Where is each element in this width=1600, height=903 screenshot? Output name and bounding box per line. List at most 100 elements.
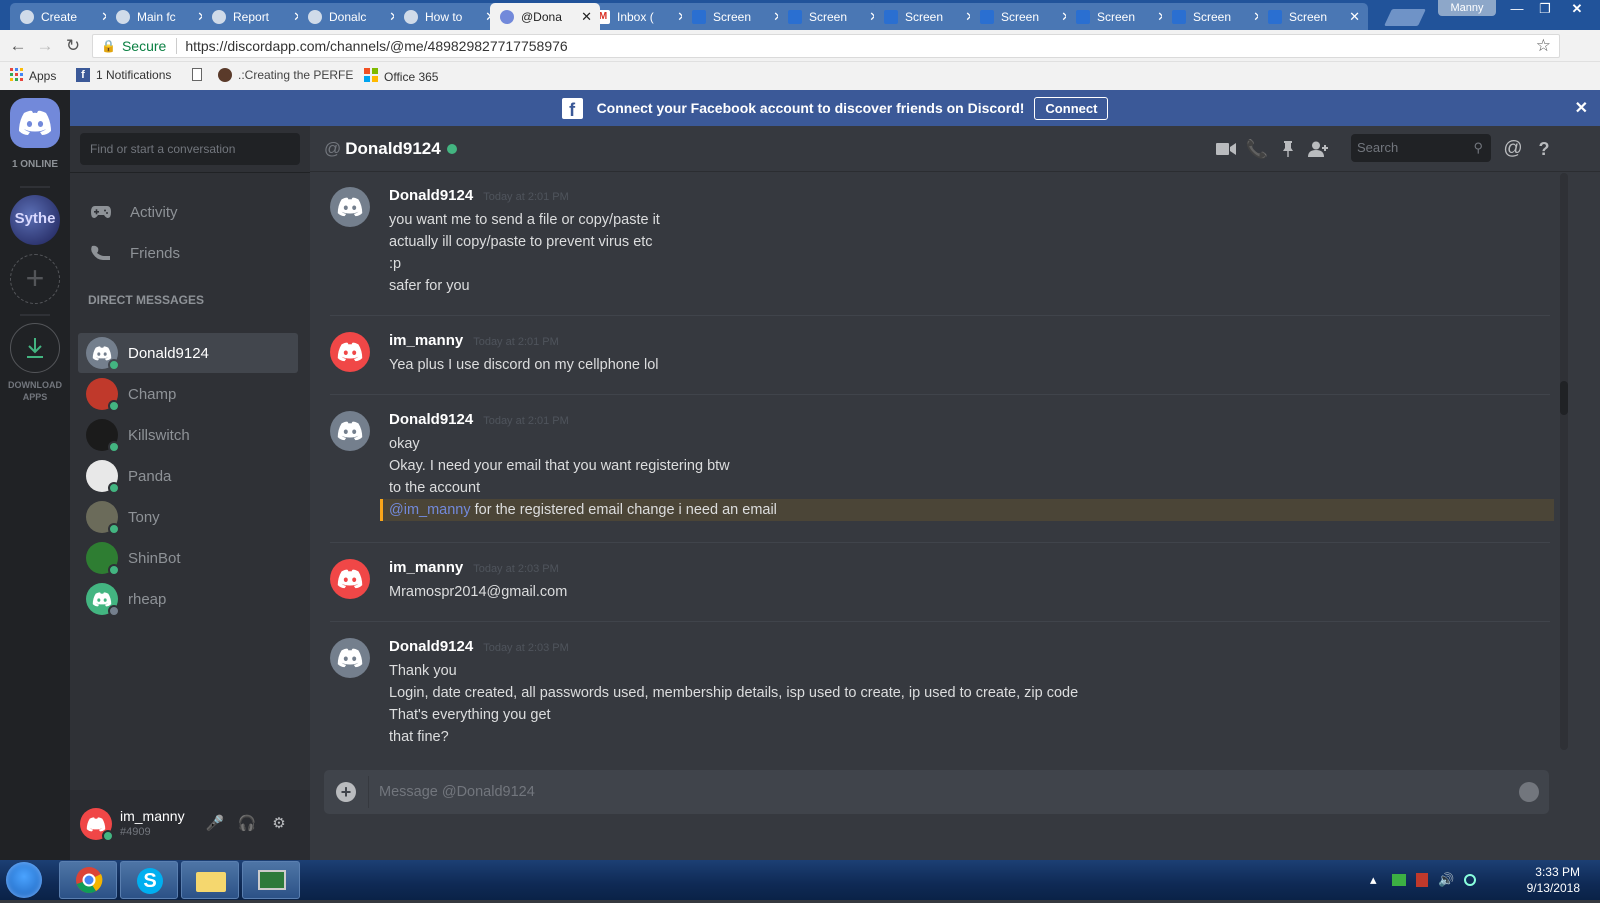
bookmark-page[interactable] <box>192 68 208 81</box>
voice-call-icon[interactable]: 📞 <box>1245 138 1269 160</box>
screenshot-icon <box>884 9 898 24</box>
new-tab-button[interactable] <box>1384 9 1426 26</box>
tray-app-icon[interactable] <box>1392 874 1406 886</box>
dm-item[interactable]: Panda <box>78 456 298 496</box>
discord-home-button[interactable] <box>10 98 60 148</box>
message-author[interactable]: im_manny <box>389 559 463 576</box>
bookmark-star-icon[interactable]: ☆ <box>1536 36 1551 56</box>
avatar[interactable] <box>330 638 370 678</box>
pin-icon[interactable] <box>1276 138 1300 160</box>
dm-item[interactable]: Tony <box>78 497 298 537</box>
browser-tab[interactable]: Screen✕ <box>778 3 888 30</box>
bookmark-creating[interactable]: .:Creating the PERFE <box>218 68 353 82</box>
tray-network-icon[interactable] <box>1416 873 1428 887</box>
settings-gear-icon[interactable]: ⚙ <box>269 814 289 832</box>
avatar[interactable] <box>330 332 370 372</box>
profile-button[interactable]: Manny <box>1438 0 1496 16</box>
avatar <box>86 419 120 453</box>
tray-sync-icon[interactable] <box>1464 874 1476 886</box>
sidebar-item-friends[interactable]: Friends <box>78 233 298 273</box>
message-author[interactable]: im_manny <box>389 332 463 349</box>
browser-tab[interactable]: Create✕ <box>10 3 120 30</box>
close-banner-icon[interactable]: ✕ <box>1575 98 1588 118</box>
taskbar-clock[interactable]: 3:33 PM 9/13/2018 <box>1518 864 1580 896</box>
bookmark-office[interactable]: Office 365 <box>364 68 438 85</box>
browser-tab[interactable]: Screen✕ <box>874 3 984 30</box>
skype-taskbar-button[interactable]: S <box>120 861 178 899</box>
folder-icon <box>196 872 226 892</box>
video-call-icon[interactable] <box>1214 138 1238 160</box>
add-server-button[interactable]: + <box>10 254 60 304</box>
server-sythe[interactable]: Sythe <box>10 195 60 245</box>
search-placeholder: Search <box>1357 140 1399 155</box>
connect-button[interactable]: Connect <box>1034 96 1109 120</box>
browser-tab[interactable]: Main fc✕ <box>106 3 216 30</box>
message-input[interactable]: Message @Donald9124 <box>379 770 535 814</box>
back-icon[interactable]: ← <box>8 36 28 56</box>
dm-item[interactable]: Killswitch <box>78 415 298 455</box>
avatar[interactable] <box>330 187 370 227</box>
bookmark-notifications[interactable]: f 1 Notifications <box>76 68 171 82</box>
dm-item[interactable]: Champ <box>78 374 298 414</box>
message-author[interactable]: Donald9124 <box>389 638 473 655</box>
browser-tab[interactable]: Screen✕ <box>1066 3 1176 30</box>
add-friend-icon[interactable] <box>1307 138 1331 160</box>
url-input[interactable]: 🔒 Secure https://discordapp.com/channels… <box>92 34 1560 58</box>
app-taskbar-button[interactable] <box>242 861 300 899</box>
download-apps-label: DOWNLOAD APPS <box>8 380 62 402</box>
browser-tab[interactable]: @Dona ✕ <box>490 3 600 30</box>
windows-start-button[interactable] <box>6 862 42 898</box>
discord-logo-icon <box>19 110 51 135</box>
chat-header: @ Donald9124 📞 Search ⚲ @ ? <box>310 126 1600 172</box>
help-icon[interactable]: ? <box>1532 138 1556 160</box>
browser-tab[interactable]: Report✕ <box>202 3 312 30</box>
discord-app: 1 ONLINE Sythe + DOWNLOAD APPS f Connect… <box>0 90 1600 860</box>
emoji-icon[interactable] <box>1519 782 1539 802</box>
user-mention[interactable]: @im_manny <box>389 502 471 518</box>
chrome-taskbar-button[interactable] <box>59 861 117 899</box>
show-hidden-icons[interactable]: ▴ <box>1370 872 1377 888</box>
dm-item[interactable]: Donald9124 <box>78 333 298 373</box>
message-lines: Thank you Login, date created, all passwo… <box>389 660 1554 748</box>
forward-icon[interactable]: → <box>35 36 55 56</box>
browser-tab[interactable]: Screen✕ <box>1162 3 1272 30</box>
gamepad-icon <box>88 204 114 220</box>
message-group-divider <box>330 315 1550 316</box>
upload-plus-icon[interactable]: + <box>336 782 356 802</box>
message-author[interactable]: Donald9124 <box>389 187 473 204</box>
screenshot-icon <box>1172 9 1186 24</box>
headphones-icon[interactable]: 🎧 <box>237 814 257 832</box>
close-tab-icon[interactable]: ✕ <box>581 9 592 25</box>
dm-item[interactable]: ShinBot <box>78 538 298 578</box>
status-dot <box>108 359 120 371</box>
mentions-icon[interactable]: @ <box>1501 138 1525 160</box>
dm-item[interactable]: rheap <box>78 579 298 619</box>
find-conversation-input[interactable]: Find or start a conversation <box>80 133 300 165</box>
scrollbar[interactable] <box>1560 173 1568 750</box>
avatar[interactable] <box>330 411 370 451</box>
close-tab-icon[interactable]: ✕ <box>1349 9 1360 25</box>
sidebar-item-activity[interactable]: Activity <box>78 192 298 232</box>
browser-tab[interactable]: Screen✕ <box>682 3 792 30</box>
browser-tab[interactable]: Screen✕ <box>970 3 1080 30</box>
mute-icon[interactable]: 🎤 <box>205 814 225 832</box>
browser-tab[interactable]: Screen✕ <box>1258 3 1368 30</box>
avatar[interactable] <box>330 559 370 599</box>
explorer-taskbar-button[interactable] <box>181 861 239 899</box>
reload-icon[interactable]: ↻ <box>63 36 83 56</box>
apps-grid-icon <box>10 68 23 84</box>
browser-tab[interactable]: Donalc✕ <box>298 3 408 30</box>
message-author[interactable]: Donald9124 <box>389 411 473 428</box>
avatar[interactable] <box>80 808 114 842</box>
volume-icon[interactable]: 🔊 <box>1438 872 1454 888</box>
download-apps-button[interactable] <box>10 323 60 373</box>
browser-tab[interactable]: How to✕ <box>394 3 504 30</box>
search-input[interactable]: Search ⚲ <box>1351 134 1491 162</box>
restore-icon[interactable]: ❐ <box>1530 0 1560 20</box>
close-window-icon[interactable]: ✕ <box>1562 0 1592 20</box>
minimize-icon[interactable]: — <box>1502 0 1532 20</box>
monitor-icon <box>258 870 286 890</box>
bookmark-apps[interactable]: Apps <box>10 68 56 84</box>
scrollbar-thumb[interactable] <box>1560 381 1568 415</box>
browser-tab[interactable]: MInbox (✕ <box>586 3 696 30</box>
